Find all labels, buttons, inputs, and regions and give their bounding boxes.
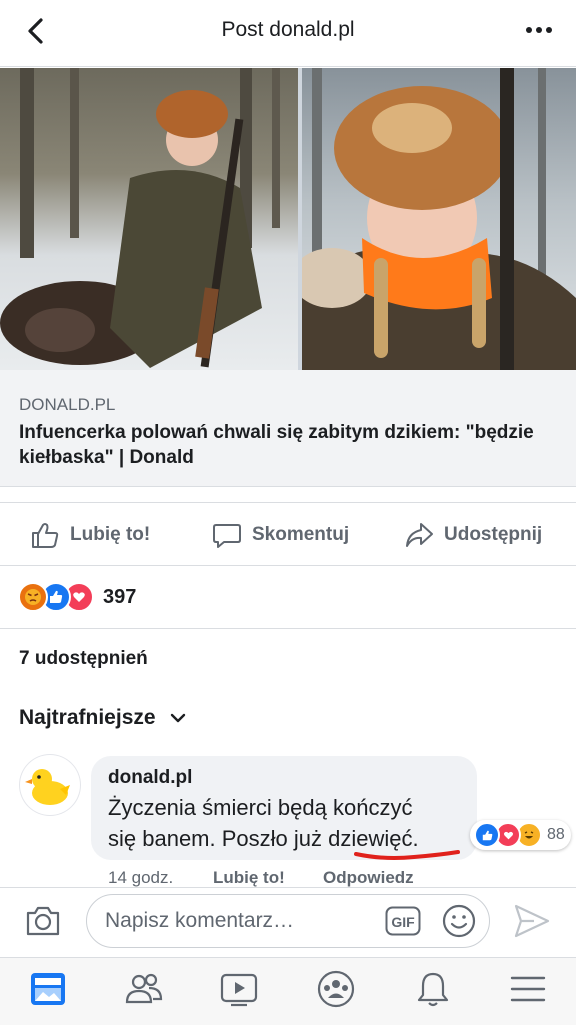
hunter-photo-left <box>0 68 298 370</box>
link-title[interactable]: Infuencerka polowań chwali się zabitym d… <box>19 420 559 470</box>
like-reaction-icon <box>474 822 500 848</box>
menu-hamburger-icon[interactable] <box>508 969 548 1009</box>
comment-bubble-icon <box>213 524 241 548</box>
send-icon[interactable] <box>512 902 552 940</box>
link-domain: DONALD.PL <box>19 395 116 414</box>
avatar[interactable] <box>20 755 80 815</box>
thumbs-up-icon <box>32 523 59 548</box>
watch-video-icon[interactable] <box>219 969 259 1009</box>
reactions-summary[interactable]: 397 <box>18 582 137 612</box>
comment-like-button[interactable]: Lubię to! <box>213 868 285 888</box>
page-title: Post donald.pl <box>221 18 355 41</box>
reaction-count: 397 <box>103 585 137 608</box>
share-arrow-icon <box>406 523 433 547</box>
chevron-down-icon <box>170 713 185 723</box>
divider <box>0 628 576 629</box>
duck-logo-icon <box>25 769 70 805</box>
red-underline-annotation <box>354 850 460 860</box>
friends-icon[interactable] <box>124 969 164 1009</box>
comment-text-line1: Życzenia śmierci będą kończyć <box>108 795 413 820</box>
news-feed-icon[interactable] <box>28 969 68 1009</box>
comment-text: Życzenia śmierci będą kończyć się banem.… <box>108 792 468 854</box>
gif-button[interactable]: GIF <box>385 906 421 936</box>
like-label: Lubię to! <box>70 524 151 545</box>
hunter-photo-right <box>292 68 576 370</box>
comment-input-placeholder: Napisz komentarz… <box>105 909 295 932</box>
camera-icon[interactable] <box>24 902 62 940</box>
comment-reactions-badge[interactable]: 88 <box>470 820 571 850</box>
shares-count[interactable]: 7 udostępnień <box>19 648 148 670</box>
like-button[interactable]: Lubię to! <box>30 520 150 550</box>
comment-reaction-count: 88 <box>547 826 565 843</box>
link-preview-image[interactable] <box>0 68 576 370</box>
share-button[interactable]: Udostępnij <box>404 520 542 550</box>
comment-button[interactable]: Skomentuj <box>212 520 349 550</box>
groups-icon[interactable] <box>316 969 356 1009</box>
comment-time[interactable]: 14 godz. <box>108 868 173 888</box>
comment-label: Skomentuj <box>252 524 350 545</box>
bottom-navigation <box>0 957 576 1025</box>
angry-reaction-icon <box>18 582 48 612</box>
comment-reply-button[interactable]: Odpowiedz <box>323 868 414 888</box>
emoji-icon[interactable] <box>441 903 477 939</box>
sort-label: Najtrafniejsze <box>19 706 156 729</box>
more-dots-icon[interactable] <box>524 20 554 40</box>
gif-label: GIF <box>391 914 415 930</box>
comment-sort-dropdown[interactable]: Najtrafniejsze <box>19 706 186 730</box>
share-label: Udostępnij <box>444 524 543 545</box>
notifications-bell-icon[interactable] <box>413 969 453 1009</box>
comment-author[interactable]: donald.pl <box>108 767 192 789</box>
